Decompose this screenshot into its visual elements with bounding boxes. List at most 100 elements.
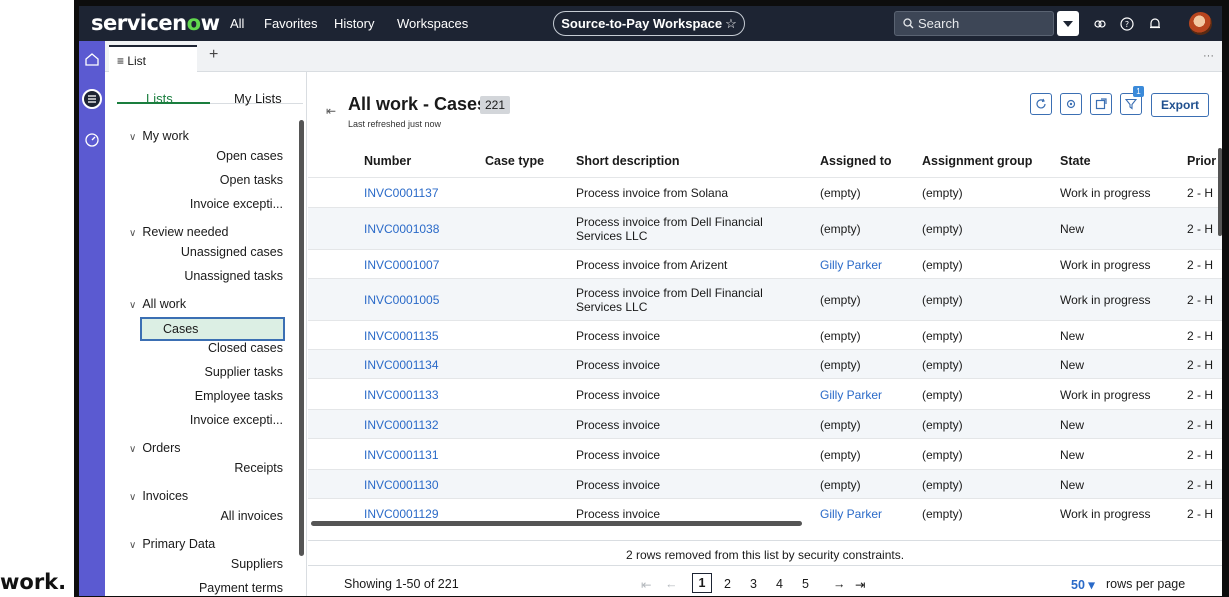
sidebar-group[interactable]: ∨ Primary Data (129, 537, 215, 551)
column-header[interactable]: Assigned to (820, 154, 892, 168)
refresh-button[interactable] (1030, 93, 1052, 115)
sidebar-group[interactable]: ∨ Invoices (129, 489, 188, 503)
add-tab-button[interactable]: + (209, 46, 218, 64)
sidebar-item[interactable]: All invoices (220, 509, 283, 523)
case-number-link[interactable]: INVC0001133 (364, 388, 439, 402)
sidebar-item[interactable]: Cases (140, 317, 285, 341)
table-row[interactable]: INVC0001005 Process invoice from Dell Fin… (308, 278, 1222, 320)
home-icon[interactable] (84, 51, 100, 67)
page-1-button[interactable]: 1 (692, 573, 712, 593)
nav-all[interactable]: All (230, 16, 244, 31)
dashboard-icon[interactable] (84, 132, 100, 148)
column-header[interactable]: Case type (485, 154, 544, 168)
more-menu-icon[interactable]: ··· (1203, 50, 1214, 62)
nav-favorites[interactable]: Favorites (264, 16, 317, 31)
rows-per-page-select[interactable]: 50 ▾ (1071, 577, 1095, 592)
table-row[interactable]: INVC0001132 Process invoice (empty) (empty)… (308, 409, 1222, 438)
sidebar-group[interactable]: ∨ My work (129, 129, 189, 143)
sidebar-item[interactable]: Payment terms (199, 581, 283, 595)
global-search[interactable]: Search (894, 11, 1054, 36)
favorite-star-icon[interactable]: ☆ (725, 16, 737, 31)
table-row[interactable]: INVC0001135 Process invoice (empty) (empty)… (308, 320, 1222, 349)
page-3-button[interactable]: 3 (750, 577, 757, 591)
sidebar-chat-icon[interactable] (1092, 16, 1108, 32)
page-2-button[interactable]: 2 (724, 577, 731, 591)
sidebar-item[interactable]: Invoice excepti... (190, 197, 283, 211)
case-number-link[interactable]: INVC0001135 (364, 329, 439, 343)
column-header[interactable]: Number (364, 154, 411, 168)
next-page-icon[interactable]: → (833, 577, 846, 591)
table-row[interactable]: INVC0001133 Process invoice Gilly Parker (e… (308, 378, 1222, 409)
sidebar-item[interactable]: Supplier tasks (204, 365, 283, 379)
column-header[interactable]: Assignment group (922, 154, 1032, 168)
table-row[interactable]: INVC0001134 Process invoice (empty) (empty)… (308, 349, 1222, 378)
page-5-button[interactable]: 5 (802, 577, 809, 591)
chevron-down-icon[interactable]: ∨ (129, 444, 136, 455)
sidebar-item[interactable]: Receipts (234, 461, 283, 475)
first-page-icon[interactable]: ⇤ (641, 577, 651, 592)
case-number-link[interactable]: INVC0001129 (364, 507, 439, 521)
last-page-icon[interactable]: ⇥ (855, 577, 865, 592)
sidebar-group[interactable]: ∨ Review needed (129, 225, 229, 239)
assigned-to-cell[interactable]: Gilly Parker (820, 388, 882, 402)
table-row[interactable]: INVC0001137 Process invoice from Solana (e… (308, 177, 1222, 207)
tab-my-lists[interactable]: My Lists (234, 91, 282, 106)
sidebar-item[interactable]: Suppliers (231, 557, 283, 571)
servicenow-logo[interactable]: servicenow (91, 11, 220, 35)
search-scope-dropdown[interactable] (1057, 11, 1079, 36)
list-sidebar: Lists My Lists ∨ My work Open cases Open ta… (105, 72, 307, 596)
sidebar-item[interactable]: Unassigned tasks (184, 269, 283, 283)
chevron-down-icon[interactable]: ∨ (129, 228, 136, 239)
sidebar-scrollbar[interactable] (299, 120, 304, 556)
tab-list[interactable]: ≡ List (109, 45, 197, 72)
sidebar-item[interactable]: Employee tasks (195, 389, 283, 403)
showing-range: Showing 1-50 of 221 (344, 577, 459, 591)
case-number-link[interactable]: INVC0001007 (364, 258, 439, 272)
list-view-icon[interactable] (82, 89, 102, 109)
prev-page-icon[interactable]: ← (665, 577, 678, 591)
case-number-link[interactable]: INVC0001131 (364, 448, 439, 462)
table-row[interactable]: INVC0001130 Process invoice (empty) (empty)… (308, 469, 1222, 498)
case-number-link[interactable]: INVC0001005 (364, 293, 439, 307)
chevron-down-icon[interactable]: ∨ (129, 300, 136, 311)
sidebar-item[interactable]: Open tasks (220, 173, 283, 187)
open-external-button[interactable] (1090, 93, 1112, 115)
table-row[interactable]: INVC0001007 Process invoice from Arizent G… (308, 249, 1222, 278)
settings-button[interactable] (1060, 93, 1082, 115)
chevron-down-icon[interactable]: ∨ (129, 132, 136, 143)
horizontal-scrollbar[interactable] (311, 521, 802, 526)
table-row[interactable]: INVC0001131 Process invoice (empty) (empty)… (308, 438, 1222, 469)
case-number-link[interactable]: INVC0001137 (364, 186, 439, 200)
sidebar-item[interactable]: Closed cases (208, 341, 283, 355)
assigned-to-cell[interactable]: Gilly Parker (820, 258, 882, 272)
sidebar-item[interactable]: Unassigned cases (181, 245, 283, 259)
column-header[interactable]: Prior (1187, 154, 1216, 168)
sidebar-group-label: My work (142, 129, 189, 143)
notifications-bell-icon[interactable] (1147, 16, 1163, 32)
case-number-link[interactable]: INVC0001132 (364, 418, 439, 432)
help-icon[interactable]: ? (1119, 16, 1135, 32)
page-4-button[interactable]: 4 (776, 577, 783, 591)
case-number-link[interactable]: INVC0001130 (364, 478, 439, 492)
column-header[interactable]: Short description (576, 154, 679, 168)
assignment-group-cell: (empty) (922, 222, 963, 236)
collapse-sidebar-icon[interactable]: ⇤ (326, 104, 336, 118)
sidebar-group[interactable]: ∨ Orders (129, 441, 181, 455)
user-avatar[interactable] (1189, 12, 1212, 35)
vertical-scrollbar[interactable] (1218, 148, 1222, 236)
chevron-down-icon[interactable]: ∨ (129, 492, 136, 503)
sidebar-item[interactable]: Open cases (216, 149, 283, 163)
nav-history[interactable]: History (334, 16, 374, 31)
case-number-link[interactable]: INVC0001134 (364, 358, 439, 372)
workspace-pill[interactable]: Source-to-Pay Workspace ☆ (553, 11, 745, 36)
column-header[interactable]: State (1060, 154, 1091, 168)
assigned-to-cell[interactable]: Gilly Parker (820, 507, 882, 521)
export-button[interactable]: Export (1151, 93, 1209, 117)
case-number-link[interactable]: INVC0001038 (364, 222, 439, 236)
table-row[interactable]: INVC0001038 Process invoice from Dell Fin… (308, 207, 1222, 249)
sidebar-item[interactable]: Invoice excepti... (190, 413, 283, 427)
sidebar-group-label: All work (142, 297, 187, 311)
chevron-down-icon[interactable]: ∨ (129, 540, 136, 551)
nav-workspaces[interactable]: Workspaces (397, 16, 468, 31)
sidebar-group[interactable]: ∨ All work (129, 297, 186, 311)
